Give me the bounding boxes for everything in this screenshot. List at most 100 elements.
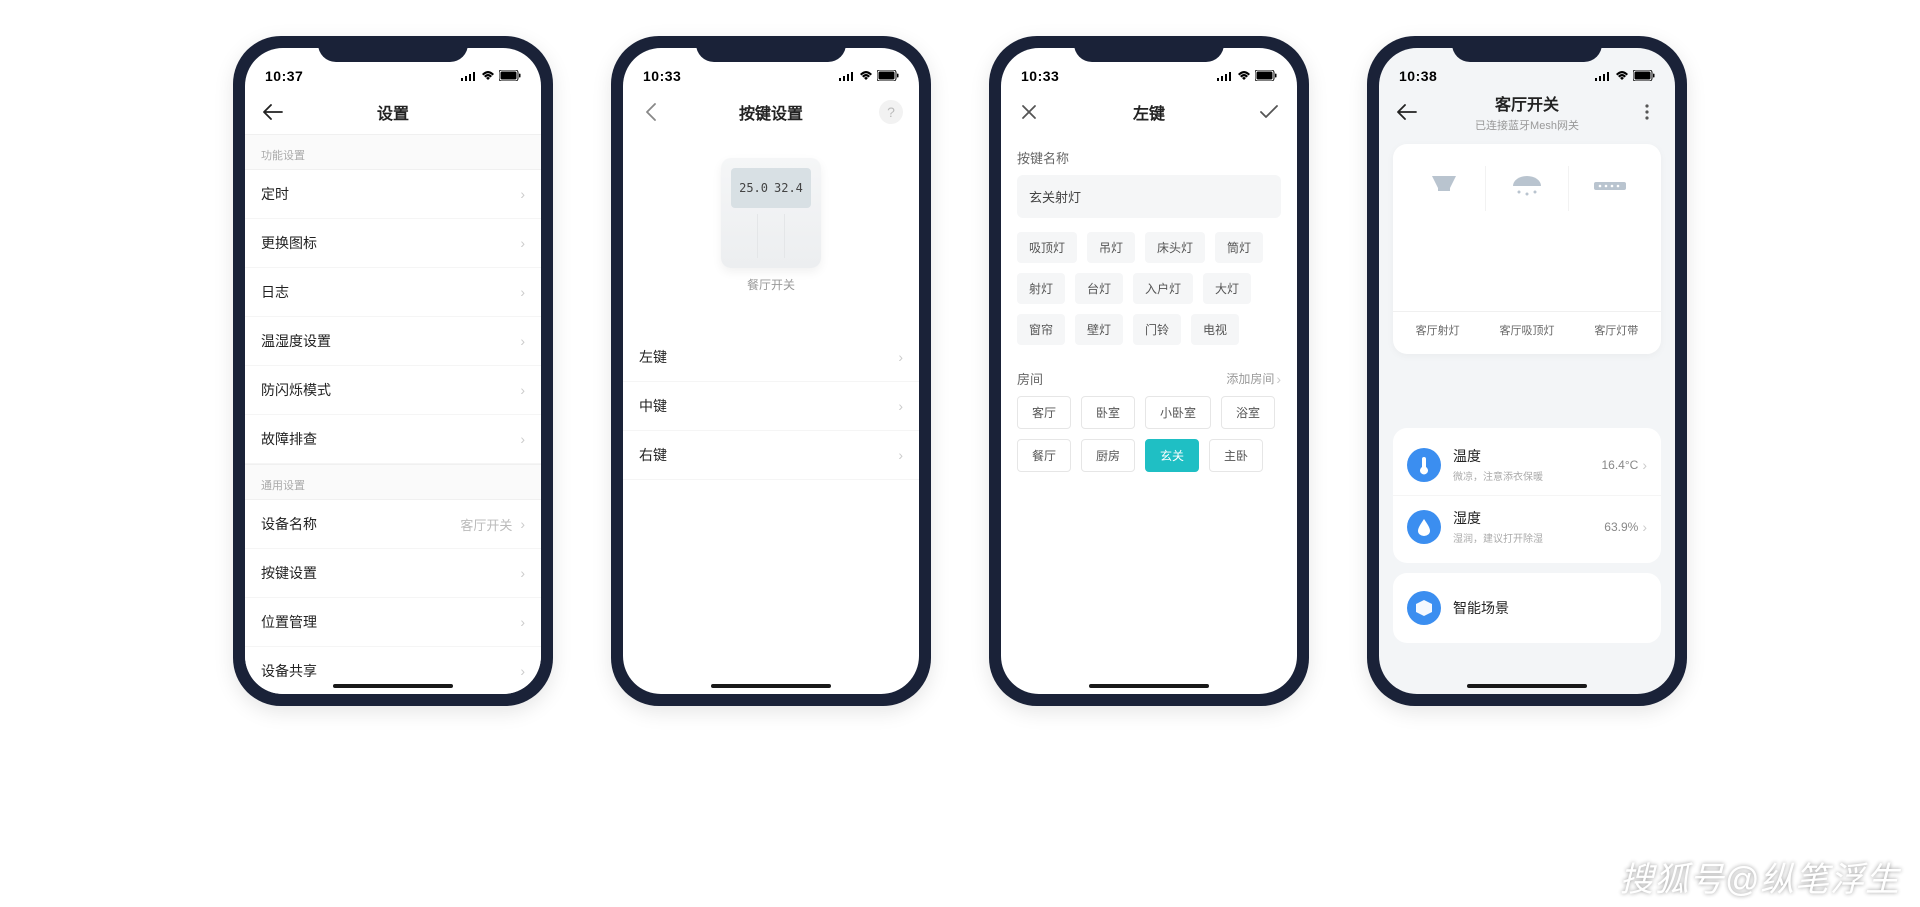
signal-icon: [1595, 68, 1611, 84]
row-left-key[interactable]: 左键›: [623, 333, 919, 382]
status-icons: [461, 68, 521, 84]
chevron-right-icon: ›: [1276, 371, 1281, 387]
more-button[interactable]: [1631, 96, 1663, 128]
close-button[interactable]: [1013, 96, 1045, 128]
room-living[interactable]: 客厅: [1017, 396, 1071, 429]
chip-main-light[interactable]: 大灯: [1203, 273, 1251, 304]
device-illustration: 25.032.4: [721, 158, 821, 268]
page-subtitle: 已连接蓝牙Mesh网关: [1475, 117, 1579, 133]
battery-icon: [1633, 68, 1655, 84]
row-middle-key[interactable]: 中键›: [623, 382, 919, 431]
row-temperature[interactable]: 温度 微凉，注意添衣保暖 16.4°C ›: [1393, 434, 1661, 495]
settings-list[interactable]: 功能设置 定时› 更换图标› 日志› 温湿度设置› 防闪烁模式› 故障排查› 通…: [245, 134, 541, 694]
back-button[interactable]: [257, 96, 289, 128]
watermark: 搜狐号@纵笔浮生: [1619, 852, 1900, 901]
home-indicator[interactable]: [711, 684, 831, 688]
chevron-right-icon: ›: [520, 382, 525, 398]
row-smart-scene[interactable]: 智能场景: [1393, 579, 1661, 637]
row-humidity[interactable]: 湿度 湿润，建议打开除湿 63.9% ›: [1393, 495, 1661, 557]
chevron-right-icon: ›: [898, 398, 903, 414]
phone-living-switch: 10:38 客厅开关 已连接蓝牙Mesh网关: [1367, 36, 1687, 706]
home-indicator[interactable]: [1467, 684, 1587, 688]
row-key-settings[interactable]: 按键设置›: [245, 549, 541, 598]
row-change-icon[interactable]: 更换图标›: [245, 219, 541, 268]
chip-bedside-light[interactable]: 床头灯: [1145, 232, 1205, 263]
chevron-right-icon: ›: [1642, 457, 1647, 473]
row-timer[interactable]: 定时›: [245, 170, 541, 219]
switch-label-1: 客厅射灯: [1393, 322, 1482, 338]
chevron-left-icon: [645, 103, 657, 121]
chevron-right-icon: ›: [520, 516, 525, 532]
check-icon: [1259, 104, 1279, 120]
row-troubleshoot[interactable]: 故障排查›: [245, 415, 541, 464]
status-icons: [1595, 68, 1655, 84]
notch: [696, 36, 846, 62]
back-button[interactable]: [635, 96, 667, 128]
status-time: 10:33: [1021, 68, 1059, 84]
switch-button-2[interactable]: [1486, 166, 1569, 211]
switch-label-3: 客厅灯带: [1572, 322, 1661, 338]
chip-spotlight[interactable]: 射灯: [1017, 273, 1065, 304]
help-button[interactable]: ?: [875, 96, 907, 128]
row-location[interactable]: 位置管理›: [245, 598, 541, 647]
page-title: 左键: [1133, 100, 1165, 124]
room-entryway[interactable]: 玄关: [1145, 439, 1199, 472]
chip-downlight[interactable]: 筒灯: [1215, 232, 1263, 263]
signal-icon: [461, 68, 477, 84]
signal-icon: [1217, 68, 1233, 84]
more-vertical-icon: [1645, 104, 1649, 120]
phone-left-key-edit: 10:33 左键 按键名称 玄关射灯 吸: [989, 36, 1309, 706]
droplet-icon: [1407, 510, 1441, 544]
ceiling-light-icon: [1507, 170, 1547, 202]
phone-key-settings: 10:33 按键设置 ? 25.032.4 餐厅开关: [611, 36, 931, 706]
chevron-right-icon: ›: [520, 614, 525, 630]
device-lcd: 25.032.4: [731, 168, 811, 208]
switch-button-3[interactable]: [1569, 166, 1651, 211]
row-anti-flicker[interactable]: 防闪烁模式›: [245, 366, 541, 415]
chip-entry-light[interactable]: 入户灯: [1133, 273, 1193, 304]
chip-desk-lamp[interactable]: 台灯: [1075, 273, 1123, 304]
nav-bar: 按键设置 ?: [623, 90, 919, 134]
home-indicator[interactable]: [1089, 684, 1209, 688]
close-icon: [1021, 104, 1037, 120]
chip-tv[interactable]: 电视: [1191, 314, 1239, 345]
confirm-button[interactable]: [1253, 96, 1285, 128]
row-right-key[interactable]: 右键›: [623, 431, 919, 480]
chevron-right-icon: ›: [520, 235, 525, 251]
wifi-icon: [481, 68, 495, 84]
row-temp-humidity-settings[interactable]: 温湿度设置›: [245, 317, 541, 366]
row-device-name[interactable]: 设备名称客厅开关›: [245, 500, 541, 549]
status-icons: [839, 68, 899, 84]
switch-button-1[interactable]: [1403, 166, 1486, 211]
room-small-bedroom[interactable]: 小卧室: [1145, 396, 1211, 429]
room-master-bedroom[interactable]: 主卧: [1209, 439, 1263, 472]
back-button[interactable]: [1391, 96, 1423, 128]
status-icons: [1217, 68, 1277, 84]
notch: [318, 36, 468, 62]
key-name-input[interactable]: 玄关射灯: [1017, 175, 1281, 218]
phone-settings: 10:37 设置: [233, 36, 553, 706]
chip-chandelier[interactable]: 吊灯: [1087, 232, 1135, 263]
add-room-button[interactable]: 添加房间›: [1226, 370, 1281, 387]
chip-ceiling-light[interactable]: 吸顶灯: [1017, 232, 1077, 263]
scene-card: 智能场景: [1393, 573, 1661, 643]
chip-wall-light[interactable]: 壁灯: [1075, 314, 1123, 345]
chevron-right-icon: ›: [1642, 519, 1647, 535]
page-title: 按键设置: [739, 100, 803, 124]
page-title: 客厅开关: [1475, 91, 1579, 115]
page-title: 设置: [377, 100, 409, 124]
row-log[interactable]: 日志›: [245, 268, 541, 317]
help-icon: ?: [879, 100, 903, 124]
key-name-label: 按键名称: [1001, 134, 1297, 175]
chip-curtain[interactable]: 窗帘: [1017, 314, 1065, 345]
room-kitchen[interactable]: 厨房: [1081, 439, 1135, 472]
signal-icon: [839, 68, 855, 84]
room-bedroom[interactable]: 卧室: [1081, 396, 1135, 429]
chip-doorbell[interactable]: 门铃: [1133, 314, 1181, 345]
home-indicator[interactable]: [333, 684, 453, 688]
status-time: 10:38: [1399, 68, 1437, 84]
chevron-right-icon: ›: [520, 565, 525, 581]
room-dining[interactable]: 餐厅: [1017, 439, 1071, 472]
room-bathroom[interactable]: 浴室: [1221, 396, 1275, 429]
chevron-right-icon: ›: [898, 349, 903, 365]
